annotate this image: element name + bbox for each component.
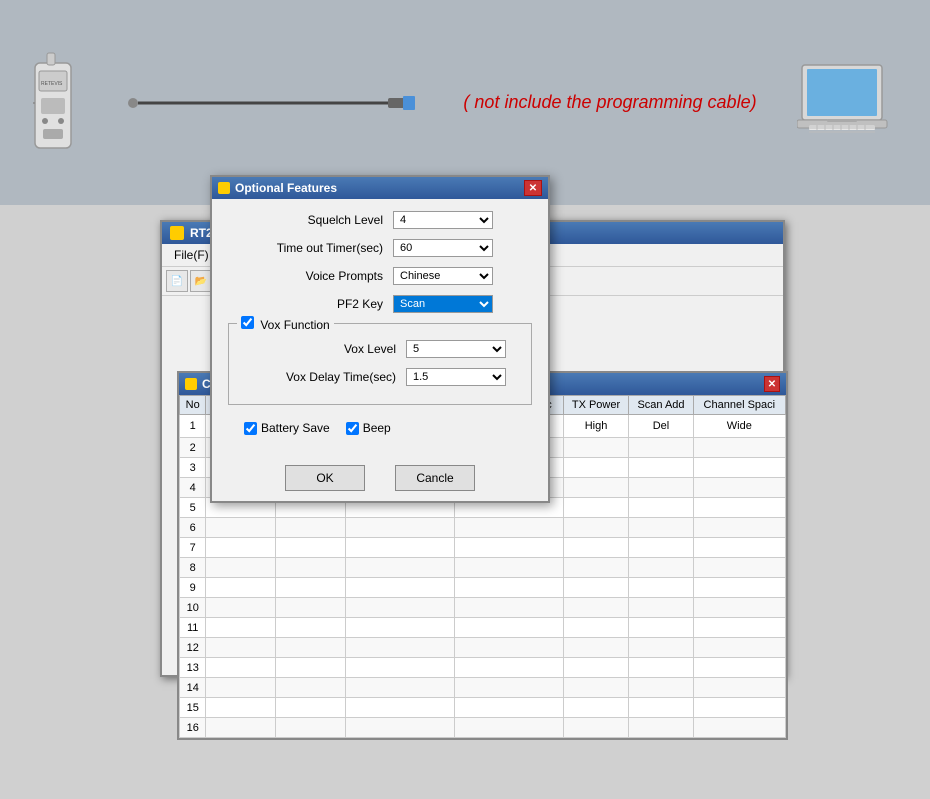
timeout-row: Time out Timer(sec) 306090120150180 [228,239,532,257]
pf2-row: PF2 Key ScanMonitorSquelch Off [228,295,532,313]
optional-features-dialog: Optional Features ✕ Squelch Level 123456… [210,175,550,503]
channel-close-button[interactable]: ✕ [764,376,780,392]
vox-delay-label: Vox Delay Time(sec) [241,370,396,384]
timeout-label: Time out Timer(sec) [228,241,383,255]
squelch-select[interactable]: 123456789 [393,211,493,229]
squelch-row: Squelch Level 123456789 [228,211,532,229]
table-row: 8 [180,558,786,578]
table-row: 15 [180,698,786,718]
optional-title: Optional Features [235,181,337,195]
battery-save-item: Battery Save [244,421,330,435]
timeout-control: 306090120150180 [393,239,493,257]
table-row: 16 [180,718,786,738]
cable-icon [123,88,423,118]
new-button[interactable]: 📄 [166,270,188,292]
col-scanadd: Scan Add [629,396,693,415]
table-row: 13 [180,658,786,678]
optional-icon [218,182,230,194]
table-row: 14 [180,678,786,698]
timeout-select[interactable]: 306090120150180 [393,239,493,257]
pf2-control: ScanMonitorSquelch Off [393,295,493,313]
pf2-label: PF2 Key [228,297,383,311]
col-chanspac: Channel Spaci [693,396,785,415]
checkbox-row: Battery Save Beep [228,413,532,443]
cancel-button[interactable]: Cancle [395,465,475,491]
table-row: 9 [180,578,786,598]
table-row: 11 [180,618,786,638]
beep-item: Beep [346,421,391,435]
banner-text: ( not include the programming cable) [463,92,756,113]
vox-group-title: Vox Function [237,316,334,332]
vox-delay-select[interactable]: 0.51.01.52.02.53.0 [406,368,506,386]
battery-save-checkbox[interactable] [244,422,257,435]
optional-close-button[interactable]: ✕ [524,180,542,196]
svg-text:RETEVIS: RETEVIS [41,81,63,87]
vox-level-control: 123456789 [406,340,506,358]
vox-label: Vox Function [260,318,329,332]
optional-title-bar: Optional Features ✕ [212,177,548,199]
vox-level-row: Vox Level 123456789 [241,340,519,358]
voice-label: Voice Prompts [228,269,383,283]
col-no: No [180,396,206,415]
laptop-icon [797,60,907,145]
vox-group: Vox Function Vox Level 123456789 Vox Del… [228,323,532,405]
vox-level-label: Vox Level [241,342,396,356]
vox-level-select[interactable]: 123456789 [406,340,506,358]
open-button[interactable]: 📂 [190,270,212,292]
vox-checkbox[interactable] [241,316,254,329]
beep-label: Beep [363,421,391,435]
ok-button[interactable]: OK [285,465,365,491]
app-icon [170,226,184,240]
squelch-control: 123456789 [393,211,493,229]
dialog-buttons: OK Cancle [212,455,548,501]
table-row: 6 [180,518,786,538]
battery-save-label: Battery Save [261,421,330,435]
table-row: 7 [180,538,786,558]
channel-icon [185,378,197,390]
col-txpower: TX Power [563,396,629,415]
pf2-select[interactable]: ScanMonitorSquelch Off [393,295,493,313]
beep-checkbox[interactable] [346,422,359,435]
voice-control: OffChineseEnglish [393,267,493,285]
voice-row: Voice Prompts OffChineseEnglish [228,267,532,285]
squelch-label: Squelch Level [228,213,383,227]
table-row: 12 [180,638,786,658]
vox-delay-control: 0.51.01.52.02.53.0 [406,368,506,386]
radio-icon: RETEVIS [23,43,83,163]
voice-select[interactable]: OffChineseEnglish [393,267,493,285]
vox-delay-row: Vox Delay Time(sec) 0.51.01.52.02.53.0 [241,368,519,386]
cable-area [123,88,423,118]
table-row: 10 [180,598,786,618]
form-body: Squelch Level 123456789 Time out Timer(s… [212,199,548,455]
